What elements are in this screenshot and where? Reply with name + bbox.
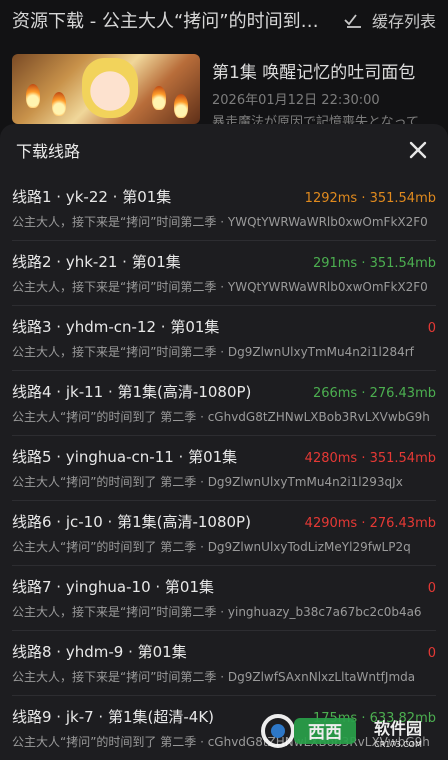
download-line-item[interactable]: 线路7 · yinghua-10 · 第01集 0 公主大人，接下来是“拷问”时…	[12, 566, 436, 631]
line-name: 线路7 · yinghua-10 · 第01集	[12, 578, 215, 596]
line-name: 线路8 · yhdm-9 · 第01集	[12, 643, 187, 661]
close-button[interactable]	[404, 136, 432, 164]
episode-title: 第1集 唤醒记忆的吐司面包	[212, 63, 416, 83]
line-source: 公主大人“拷问”的时间到了 第二季 · cGhvdG8tZHNwLXBob3Rv…	[12, 410, 430, 424]
watermark-site-text: 软件园	[374, 719, 422, 738]
cr173-watermark-logo: 西西 软件园 CR173.COM	[261, 714, 422, 749]
line-source: 公主大人“拷问”的时间到了 第二季 · Dg9ZlwnUlxyTmMu4n2i1…	[12, 475, 403, 489]
line-name: 线路4 · jk-11 · 第1集(高清-1080P)	[12, 383, 252, 401]
line-latency-size: 291ms · 351.54mb	[312, 256, 436, 271]
line-source: 公主大人，接下来是“拷问”时间第二季 · YWQtYWRWaWRlb0xwOmF…	[12, 280, 428, 294]
line-latency-size: 0	[427, 581, 436, 596]
download-line-item[interactable]: 线路8 · yhdm-9 · 第01集 0 公主大人，接下来是“拷问”时间第二季…	[12, 631, 436, 696]
line-latency-size: 1292ms · 351.54mb	[304, 191, 436, 206]
episode-thumbnail	[12, 54, 200, 124]
sheet-title: 下载线路	[16, 142, 81, 161]
download-line-list: 线路1 · yk-22 · 第01集 1292ms · 351.54mb 公主大…	[0, 176, 448, 760]
line-source: 公主大人，接下来是“拷问”时间第二季 · YWQtYWRWaWRlb0xwOmF…	[12, 215, 428, 229]
download-line-item[interactable]: 线路1 · yk-22 · 第01集 1292ms · 351.54mb 公主大…	[12, 176, 436, 241]
line-name: 线路9 · jk-7 · 第1集(超清-4K)	[12, 708, 215, 726]
close-icon	[409, 141, 427, 159]
cache-list-label: 缓存列表	[371, 12, 436, 31]
line-latency-size: 4290ms · 276.43mb	[304, 516, 436, 531]
watermark-logo-text: 西西	[308, 723, 342, 743]
download-lines-sheet: 下载线路 线路1 · yk-22 · 第01集 1292ms · 351.54m…	[0, 124, 448, 760]
download-line-item[interactable]: 线路4 · jk-11 · 第1集(高清-1080P) 266ms · 276.…	[12, 371, 436, 436]
line-name: 线路1 · yk-22 · 第01集	[12, 188, 172, 206]
episode-row[interactable]: 第1集 唤醒记忆的吐司面包 2026年01月12日 22:30:00 暴走魔法が…	[0, 54, 448, 134]
line-source: 公主大人，接下来是“拷问”时间第二季 · Dg9ZlwnUlxyTmMu4n2i…	[12, 345, 414, 359]
line-name: 线路5 · yinghua-cn-11 · 第01集	[12, 448, 238, 466]
episode-date: 2026年01月12日 22:30:00	[212, 93, 380, 108]
line-source: 公主大人，接下来是“拷问”时间第二季 · Dg9ZlwfSAxnNlxzLlta…	[12, 670, 416, 684]
line-latency-size: 0	[427, 646, 436, 661]
line-latency-size: 0	[427, 321, 436, 336]
download-line-item[interactable]: 线路5 · yinghua-cn-11 · 第01集 4280ms · 351.…	[12, 436, 436, 501]
line-name: 线路2 · yhk-21 · 第01集	[12, 253, 181, 271]
line-latency-size: 266ms · 276.43mb	[312, 386, 436, 401]
page-title: 资源下载 - 公主大人“拷问”的时间到了 第二季	[12, 11, 332, 32]
download-line-item[interactable]: 线路6 · jc-10 · 第1集(高清-1080P) 4290ms · 276…	[12, 501, 436, 566]
download-line-item[interactable]: 线路2 · yhk-21 · 第01集 291ms · 351.54mb 公主大…	[12, 241, 436, 306]
line-name: 线路3 · yhdm-cn-12 · 第01集	[12, 318, 220, 336]
checklist-icon	[344, 12, 362, 28]
line-name: 线路6 · jc-10 · 第1集(高清-1080P)	[12, 513, 251, 531]
cache-list-button[interactable]: 缓存列表	[344, 8, 436, 32]
line-latency-size: 4280ms · 351.54mb	[304, 451, 436, 466]
top-bar: 资源下载 - 公主大人“拷问”的时间到了 第二季 缓存列表	[0, 0, 448, 40]
watermark-domain: CR173.COM	[374, 740, 422, 749]
download-line-item[interactable]: 线路3 · yhdm-cn-12 · 第01集 0 公主大人，接下来是“拷问”时…	[12, 306, 436, 371]
line-source: 公主大人，接下来是“拷问”时间第二季 · yinghuazy_b38c7a67b…	[12, 605, 422, 619]
line-source: 公主大人“拷问”的时间到了 第二季 · Dg9ZlwnUlxyTodLizMeY…	[12, 540, 411, 554]
